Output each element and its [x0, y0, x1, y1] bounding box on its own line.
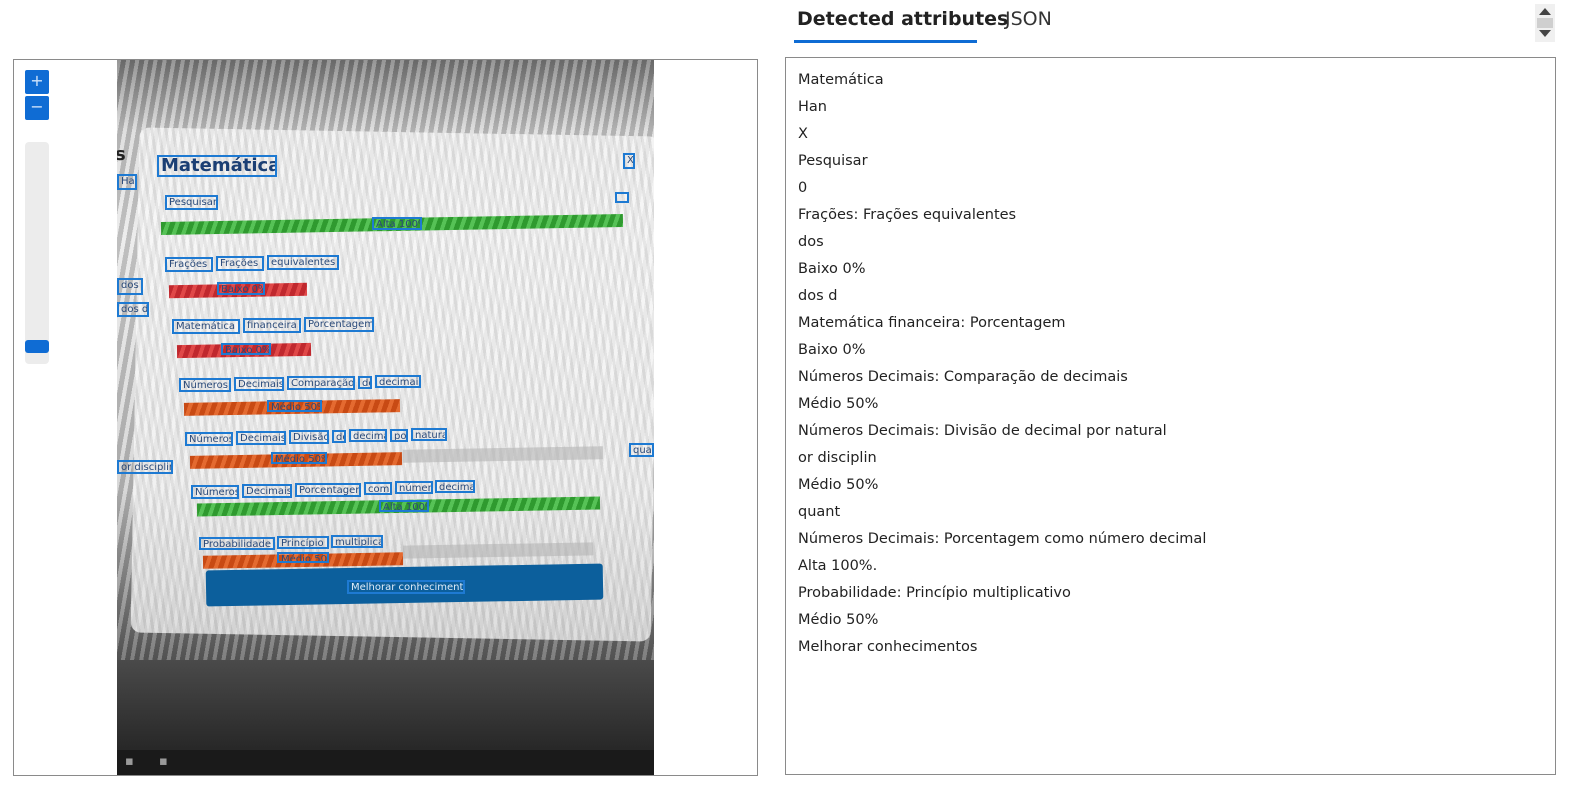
detection-box[interactable]: Baixo 0% — [221, 343, 271, 355]
zoom-slider-thumb[interactable] — [25, 340, 49, 353]
attribute-item: Pesquisar — [798, 153, 868, 169]
attribute-item: Médio 50% — [798, 396, 879, 412]
tab-scroll-control[interactable] — [1535, 4, 1555, 42]
detection-box[interactable]: dos — [117, 278, 143, 295]
attribute-item: Baixo 0% — [798, 261, 866, 277]
attributes-list: Matemática Han X Pesquisar 0 Frações: Fr… — [786, 58, 1555, 661]
attribute-item: Médio 50% — [798, 477, 879, 493]
detection-box[interactable]: or disciplin — [117, 460, 173, 474]
detection-box[interactable]: decimal — [435, 480, 475, 493]
detection-box[interactable]: Números — [191, 485, 239, 499]
detection-box[interactable]: como — [364, 482, 392, 495]
attribute-item: 0 — [798, 180, 808, 196]
attributes-panel[interactable]: Matemática Han X Pesquisar 0 Frações: Fr… — [785, 57, 1556, 775]
attribute-item: dos — [798, 234, 824, 250]
attribute-item: Probabilidade: Princípio multiplicativo — [798, 585, 1071, 601]
detection-box[interactable]: Comparação — [287, 376, 355, 390]
attribute-item: Matemática — [798, 72, 884, 88]
detection-box[interactable]: Números — [185, 432, 233, 446]
detection-box[interactable]: Alta 100% — [372, 217, 422, 230]
attribute-item: Alta 100%. — [798, 558, 878, 574]
detection-box[interactable]: Médio 50% — [267, 400, 322, 412]
detection-box[interactable]: de — [332, 430, 346, 443]
detection-box[interactable]: financeira — [243, 318, 301, 333]
detection-box[interactable]: Frações — [165, 257, 213, 272]
detection-box[interactable]: Probabilidade — [199, 537, 275, 550]
detection-box[interactable]: Matemática — [172, 319, 240, 334]
active-tab-indicator — [794, 40, 977, 43]
detection-box[interactable]: número — [395, 481, 433, 494]
zoom-out-button[interactable]: − — [25, 96, 49, 120]
taskbar-icon: ▪ — [125, 754, 134, 769]
taskbar-icon: ▪ — [159, 754, 168, 769]
detection-box[interactable]: multiplicativo — [331, 535, 383, 548]
scroll-up-icon[interactable] — [1539, 8, 1551, 15]
detection-box[interactable]: Porcentagem — [304, 317, 374, 332]
detection-box[interactable]: Han — [117, 174, 137, 190]
detection-box[interactable]: Números — [179, 378, 231, 392]
attribute-item: Números Decimais: Divisão de decimal por… — [798, 423, 1167, 439]
detection-box[interactable]: de — [358, 376, 372, 389]
detection-box[interactable]: Matemática — [157, 155, 277, 177]
detection-box[interactable]: Frações — [216, 256, 264, 271]
attribute-item: Matemática financeira: Porcentagem — [798, 315, 1066, 331]
attribute-item: Médio 50% — [798, 612, 879, 628]
photo-edge-text: s — [117, 146, 127, 168]
attribute-item: Han — [798, 99, 827, 115]
detection-box[interactable]: Pesquisar — [165, 195, 218, 210]
detection-box[interactable]: quant — [629, 443, 654, 457]
detection-box[interactable]: por — [390, 429, 408, 442]
detection-box[interactable]: X — [623, 153, 635, 169]
detection-box[interactable]: decimal — [349, 429, 387, 442]
scroll-thumb[interactable] — [1537, 18, 1553, 28]
scroll-down-icon[interactable] — [1539, 30, 1551, 37]
attribute-item: or disciplin — [798, 450, 877, 466]
tab-detected-attributes[interactable]: Detected attributes — [797, 8, 1008, 30]
attribute-item: Frações: Frações equivalentes — [798, 207, 1017, 223]
detection-box[interactable]: Princípio — [277, 536, 329, 549]
attribute-item: Números Decimais: Porcentagem como númer… — [798, 531, 1207, 547]
detection-box[interactable]: Decimais — [234, 377, 284, 391]
detection-box[interactable]: dos d — [117, 302, 149, 317]
attribute-item: dos d — [798, 288, 838, 304]
attribute-item: Números Decimais: Comparação de decimais — [798, 369, 1128, 385]
zoom-slider-track[interactable] — [25, 142, 49, 364]
detection-box[interactable]: Divisão — [289, 430, 329, 444]
detection-box[interactable]: Melhorar conhecimentos — [347, 580, 465, 594]
detection-box[interactable]: natural — [411, 428, 447, 441]
tab-json[interactable]: JSON — [1005, 8, 1052, 30]
detection-box[interactable]: decimais — [375, 375, 421, 388]
attribute-item: Melhorar conhecimentos — [798, 639, 978, 655]
detection-box[interactable]: Alta 100% — [379, 500, 429, 512]
photo: ▪ ▪ Matemática X Pesquisar Alta 100% Fra… — [117, 60, 654, 775]
attribute-item: Baixo 0% — [798, 342, 866, 358]
detection-box[interactable]: Decimais — [242, 484, 292, 498]
detection-box[interactable]: Baixo 0% — [217, 282, 265, 295]
detection-box[interactable]: Médio 50% — [277, 552, 329, 563]
detection-box[interactable]: Decimais — [236, 431, 286, 445]
detection-box[interactable] — [615, 192, 629, 203]
attribute-item: quant — [798, 504, 841, 520]
detection-box[interactable]: Médio 50% — [271, 452, 327, 464]
detection-box[interactable]: equivalentes — [267, 255, 339, 270]
image-viewer[interactable]: ▪ ▪ Matemática X Pesquisar Alta 100% Fra… — [13, 59, 758, 776]
zoom-in-button[interactable]: + — [25, 70, 49, 94]
detection-box[interactable]: Porcentagem — [295, 483, 361, 497]
photo-taskbar: ▪ ▪ — [117, 750, 654, 775]
attribute-item: X — [798, 126, 808, 142]
